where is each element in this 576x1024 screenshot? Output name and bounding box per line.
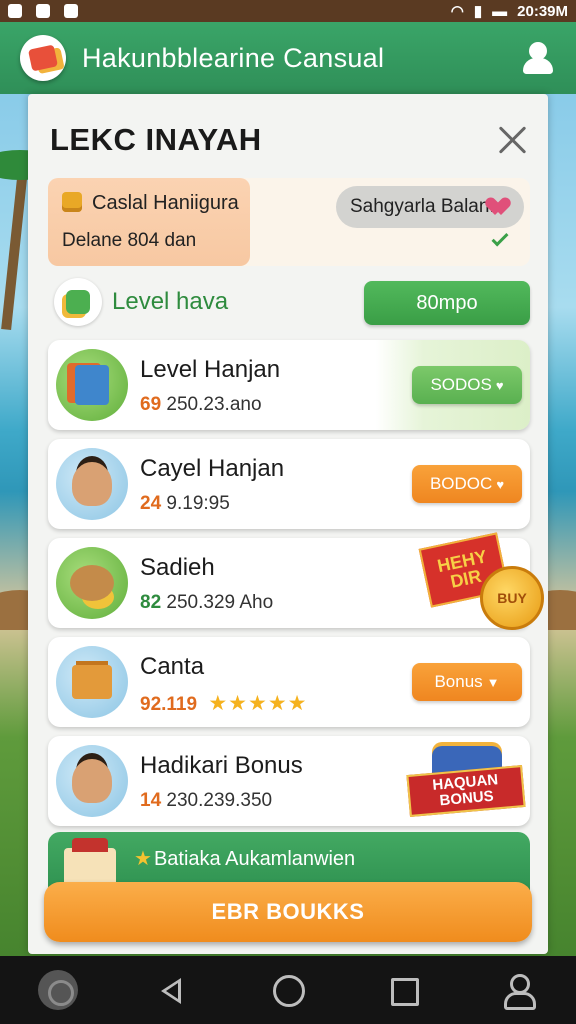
item-meta: 14 230.239.350 [140, 790, 272, 812]
heart-icon [490, 198, 510, 216]
level-button[interactable]: 80mpo [364, 281, 530, 325]
app-notification-icon [8, 4, 22, 18]
teddy-bear-icon [56, 547, 128, 619]
claim-button[interactable]: BODOC ♥ [412, 465, 522, 503]
player-subtitle: Delane 804 dan [62, 230, 197, 251]
list-item[interactable]: Level Hanjan 69 250.23.ano SODOS ♥ [48, 340, 530, 430]
level-label: Level hava [112, 288, 229, 315]
book-icon [56, 349, 128, 421]
bonus-banner[interactable]: HAQUAN BONUS [406, 746, 526, 817]
item-value: 250.329 Aho [166, 592, 274, 613]
item-lead: 14 [140, 790, 162, 811]
status-time: 20:39M [517, 2, 568, 20]
bonus-ribbon: HAQUAN BONUS [406, 765, 526, 817]
rewards-dialog: LEKC INAYAH Caslal Haniigura Delane 804 … [28, 94, 548, 954]
claim-button-label: SODOS [430, 375, 492, 394]
item-meta: 69 250.23.ano [140, 394, 262, 416]
app-bar: Hakunbblearine Cansual [0, 22, 576, 94]
gift-box-icon [56, 646, 128, 718]
list-item[interactable]: Cayel Hanjan 24 9.19:95 BODOC ♥ [48, 439, 530, 529]
item-meta: 92.119 ★★★★★ [140, 691, 308, 716]
recent-apps-icon[interactable] [383, 970, 423, 1010]
item-value: 250.23.ano [166, 394, 262, 415]
item-name: Canta [140, 653, 205, 680]
item-name: Cayel Hanjan [140, 455, 285, 482]
battery-icon: ▬ [492, 2, 508, 20]
item-value: 230.239.350 [166, 790, 273, 811]
item-meta: 82 250.329 Aho [140, 592, 273, 614]
item-name: Level Hanjan [140, 356, 281, 383]
item-lead: 24 [140, 493, 162, 514]
signal-icon: ▮ [473, 3, 483, 20]
reward-list: Level Hanjan 69 250.23.ano SODOS ♥ Cayel … [48, 340, 544, 835]
back-icon[interactable] [153, 970, 193, 1010]
level-row: Level hava 80mpo [50, 278, 530, 328]
balance-label: Sahgyarla Balan. [350, 196, 495, 217]
boy-avatar-icon [56, 448, 128, 520]
player-name: Caslal Haniigura [92, 192, 239, 214]
home-icon[interactable] [268, 970, 308, 1010]
list-item[interactable]: Sadieh 82 250.329 Aho HEHY DIR BUY [48, 532, 544, 630]
item-lead: 69 [140, 394, 162, 415]
item-lead: 82 [140, 592, 162, 613]
list-item[interactable]: Canta 92.119 ★★★★★ Bonus ▼ [48, 637, 530, 727]
claim-button-label: BODOC [429, 474, 493, 493]
item-name: Hadikari Bonus [140, 752, 303, 779]
footer-label: Batiaka Aukamlanwien [153, 848, 356, 870]
item-lead: 92.119 [140, 694, 198, 715]
claim-button[interactable]: Bonus ▼ [412, 663, 522, 701]
status-bar: ◠ ▮ ▬ 20:39M [0, 0, 576, 22]
item-meta: 24 9.19:95 [140, 493, 230, 515]
star-icon: ★ [134, 848, 152, 870]
app-launcher-icon[interactable] [37, 970, 78, 1010]
claim-button-label: Bonus [434, 672, 483, 691]
level-gift-icon [54, 278, 102, 326]
media-notification-icon [36, 4, 50, 18]
girl-avatar-icon [56, 745, 128, 817]
user-icon[interactable] [498, 970, 538, 1010]
player-info: Caslal Haniigura Delane 804 dan [48, 178, 250, 266]
check-icon [491, 229, 509, 247]
gold-coin-icon: BUY [480, 566, 544, 630]
promo-badge[interactable]: HEHY DIR BUY [418, 530, 544, 630]
app-title: Hakunbblearine Cansual [82, 42, 385, 73]
claim-button[interactable]: SODOS ♥ [412, 366, 522, 404]
info-card: Caslal Haniigura Delane 804 dan Sahgyarl… [48, 178, 530, 266]
system-nav-bar [0, 956, 576, 1024]
list-item[interactable]: Hadikari Bonus 14 230.239.350 HAQUAN BON… [48, 736, 530, 826]
star-rating: ★★★★★ [208, 692, 308, 715]
gallery-notification-icon [64, 4, 78, 18]
coin-icon [62, 192, 82, 212]
bonus-ribbon-line2: BONUS [438, 787, 495, 810]
app-logo-icon [20, 35, 66, 81]
chevron-down-icon: ▼ [486, 674, 500, 690]
close-button[interactable] [496, 124, 528, 156]
footer-text: ★ Batiaka Aukamlanwien [134, 846, 355, 871]
wifi-icon: ◠ [450, 3, 464, 20]
heart-icon: ♥ [496, 476, 505, 492]
item-name: Sadieh [140, 554, 215, 581]
item-value: 9.19:95 [166, 493, 230, 514]
dialog-title: LEKC INAYAH [50, 122, 262, 157]
balance-button[interactable]: Sahgyarla Balan. [336, 186, 524, 228]
primary-cta-button[interactable]: EBR BOUKKS [44, 882, 532, 942]
profile-icon[interactable] [520, 40, 556, 76]
heart-icon: ♥ [495, 377, 504, 393]
